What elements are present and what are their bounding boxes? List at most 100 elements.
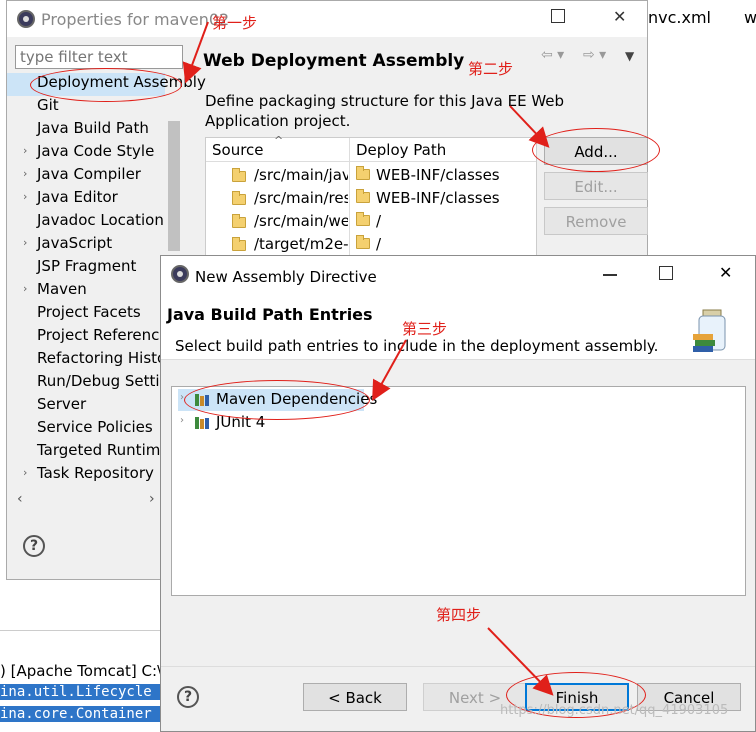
dialog-description: Select build path entries to include in … — [175, 337, 659, 355]
deploy-path-cell: / — [376, 235, 382, 253]
minimize-icon[interactable] — [603, 274, 617, 276]
edit-button[interactable]: Edit... — [544, 172, 648, 200]
column-header-deploy[interactable]: Deploy Path — [356, 141, 446, 159]
tree-item[interactable]: Service Policies — [7, 418, 165, 441]
table-row[interactable]: /src/main/java WEB-INF/classes — [206, 164, 536, 187]
maximize-icon[interactable] — [659, 266, 673, 280]
scrollbar-thumb[interactable] — [168, 121, 180, 251]
tree-item[interactable]: Java Build Path — [7, 119, 165, 142]
back-arrow-icon[interactable]: ⇦ ▾ — [541, 47, 564, 63]
tree-item-label: Javadoc Location — [37, 211, 164, 229]
tree-item[interactable]: Server — [7, 395, 165, 418]
chevron-right-icon[interactable]: › — [23, 236, 27, 249]
tree-item-label: Service Policies — [37, 418, 153, 436]
back-button[interactable]: < Back — [303, 683, 407, 711]
eclipse-icon — [17, 10, 35, 28]
divider — [0, 630, 160, 631]
tree-item-label: Java Code Style — [37, 142, 155, 160]
console-line: ) [Apache Tomcat] C:\ — [0, 662, 163, 680]
sort-caret-icon: ^ — [274, 134, 284, 147]
deploy-path-cell: / — [376, 212, 382, 230]
console-area: ) [Apache Tomcat] C:\ ina.util.Lifecycle… — [0, 600, 163, 732]
deploy-path-cell: WEB-INF/classes — [376, 166, 500, 184]
chevron-right-icon[interactable]: › — [149, 491, 155, 507]
help-icon[interactable]: ? — [177, 686, 199, 708]
tree-item[interactable]: Refactoring History — [7, 349, 181, 372]
tree-item[interactable]: Targeted Runtimes — [7, 441, 177, 464]
chevron-right-icon[interactable]: › — [23, 167, 27, 180]
tree-item[interactable]: › Java Compiler — [7, 165, 165, 188]
tree-item[interactable]: Javadoc Location — [7, 211, 165, 234]
close-icon[interactable]: ✕ — [719, 263, 732, 282]
footer-divider — [161, 666, 755, 667]
folder-icon — [232, 168, 246, 182]
deploy-path-cell: WEB-INF/classes — [376, 189, 500, 207]
table-row[interactable]: /src/main/resources WEB-INF/classes — [206, 187, 536, 210]
chevron-right-icon[interactable]: › — [23, 466, 27, 479]
annotation-step1: 第一步 — [212, 14, 258, 32]
view-menu-icon[interactable]: ▼ — [625, 49, 634, 63]
tree-item-label: JavaScript — [37, 234, 113, 252]
editor-tab-strip: nvc.xml w — [648, 0, 756, 36]
eclipse-icon — [171, 265, 189, 283]
watermark: https://blog.csdn.net/qq_41903105 — [500, 703, 729, 718]
tree-item[interactable]: Run/Debug Settings — [7, 372, 186, 395]
editor-tab[interactable]: nvc.xml — [648, 8, 711, 27]
folder-icon — [232, 191, 246, 205]
highlight-ellipse-add — [532, 128, 660, 172]
chevron-right-icon[interactable]: › — [23, 282, 27, 295]
assembly-directive-dialog: New Assembly Directive ✕ Java Build Path… — [160, 255, 756, 732]
properties-titlebar: Properties for maven02 ✕ — [7, 1, 647, 37]
tree-item[interactable]: › Task Repository — [7, 464, 165, 487]
tree-hscrollbar[interactable]: ‹ › — [15, 491, 165, 509]
annotation-step3: 第三步 — [402, 320, 448, 338]
highlight-ellipse-maven — [184, 380, 370, 420]
tree-item-label: Server — [37, 395, 87, 413]
tree-item[interactable]: Project References — [7, 326, 176, 349]
page-description: Define packaging structure for this Java… — [205, 92, 565, 130]
table-row[interactable]: /target/m2e-wtp/web-resources / — [206, 233, 536, 256]
annotation-step2: 第二步 — [468, 60, 514, 78]
table-row[interactable]: /src/main/webapp / — [206, 210, 536, 233]
tree-item[interactable]: › JavaScript — [7, 234, 165, 257]
tree-item[interactable]: JSP Fragment — [7, 257, 165, 280]
assembly-table: Source ^ Deploy Path /src/main/java WEB-I… — [205, 134, 537, 258]
source-cell: /src/main/java — [254, 166, 348, 184]
tree-item[interactable]: › Java Editor — [7, 188, 165, 211]
library-icon — [195, 417, 209, 429]
chevron-left-icon[interactable]: ‹ — [17, 491, 23, 507]
dialog-heading: Java Build Path Entries — [167, 305, 373, 324]
forward-arrow-icon[interactable]: ⇨ ▾ — [583, 47, 606, 63]
tree-item-label: Java Editor — [37, 188, 118, 206]
source-cell: /src/main/resources — [254, 189, 348, 207]
help-icon[interactable]: ? — [23, 535, 45, 557]
table-header: Source ^ Deploy Path — [206, 134, 536, 162]
tree-item-label: JSP Fragment — [37, 257, 137, 275]
tree-item-label: Targeted Runtimes — [37, 441, 178, 459]
highlight-ellipse-tree — [30, 68, 182, 102]
tree-item-label: Git — [37, 96, 59, 114]
chevron-right-icon[interactable]: › — [23, 144, 27, 157]
editor-tab[interactable]: w — [744, 8, 756, 27]
folder-icon — [232, 214, 246, 228]
chevron-right-icon[interactable]: › — [180, 415, 184, 426]
assembly-titlebar: New Assembly Directive ✕ — [161, 256, 755, 292]
jar-library-icon — [693, 309, 726, 352]
folder-icon — [232, 237, 246, 251]
folder-icon — [356, 235, 370, 249]
tree-item-label: Maven — [37, 280, 87, 298]
tree-item-label: Java Compiler — [37, 165, 141, 183]
page-title: Web Deployment Assembly — [203, 51, 465, 71]
maximize-icon[interactable] — [551, 9, 565, 23]
filter-input[interactable] — [15, 45, 183, 69]
tree-item[interactable]: Project Facets — [7, 303, 165, 326]
remove-button[interactable]: Remove — [544, 207, 648, 235]
close-icon[interactable]: ✕ — [613, 7, 626, 26]
dialog-header: Java Build Path Entries Select build pat… — [161, 292, 755, 360]
chevron-right-icon[interactable]: › — [23, 190, 27, 203]
tree-item[interactable]: › Maven — [7, 280, 165, 303]
folder-icon — [356, 166, 370, 180]
column-header-source[interactable]: Source — [212, 141, 264, 159]
tree-item[interactable]: › Java Code Style — [7, 142, 165, 165]
folder-icon — [356, 189, 370, 203]
